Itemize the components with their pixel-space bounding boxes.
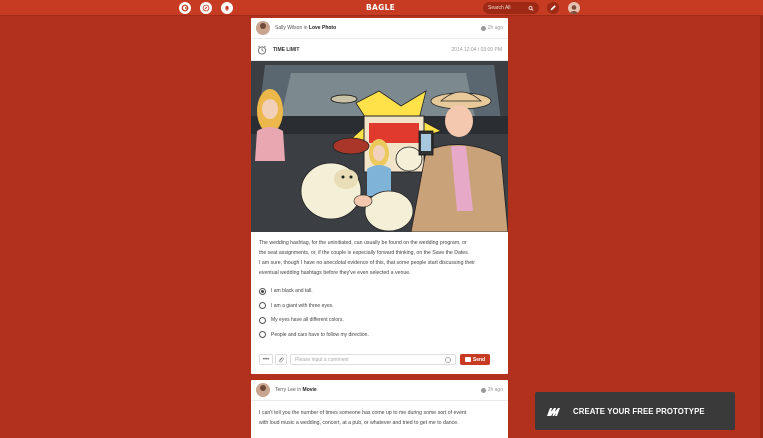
in-label: in xyxy=(303,25,308,31)
option-label: I am a giant with three eyes. xyxy=(271,302,334,309)
radio-button[interactable] xyxy=(259,316,266,324)
time-limit-date: 2014.12.04 / 03:00 PM xyxy=(451,46,502,53)
post-card: Terry Lee in Movie 2h ago I can't tell y… xyxy=(251,380,508,438)
post-header: Sally Wilson in Love Photo 2h ago xyxy=(251,18,508,39)
attach-button[interactable] xyxy=(275,354,287,365)
send-button[interactable]: Send xyxy=(460,354,490,365)
search-icon[interactable] xyxy=(528,5,534,12)
paperclip-icon xyxy=(279,357,284,362)
post-body: The wedding hashtag, for the uninitiated… xyxy=(251,232,508,278)
author-name[interactable]: Terry Lee xyxy=(275,387,296,393)
time-text: 2h ago xyxy=(487,25,503,31)
group-name[interactable]: Love Photo xyxy=(309,25,336,31)
post-body-line: I can't tell you the number of times som… xyxy=(259,410,467,416)
post-body-line: with loud music a wedding, concert, at a… xyxy=(259,420,459,426)
post-body-line: The wedding hashtag, for the uninitiated… xyxy=(259,240,467,246)
comment-input[interactable] xyxy=(295,356,445,363)
comment-bar: ••• Send xyxy=(259,353,501,366)
avatar[interactable] xyxy=(568,2,580,14)
poll-option[interactable]: I am a giant with three eyes. xyxy=(259,299,500,314)
radio-button[interactable] xyxy=(259,331,266,339)
create-prototype-banner[interactable]: CREATE YOUR FREE PROTOTYPE xyxy=(535,392,735,430)
clock-icon xyxy=(480,387,486,393)
send-label: Send xyxy=(472,356,486,363)
time-limit-label: TIME LIMIT xyxy=(273,46,300,53)
post-time: 2h ago xyxy=(480,25,503,31)
post-time: 2h ago xyxy=(480,387,503,393)
radio-button[interactable] xyxy=(259,302,266,310)
in-label: in xyxy=(297,387,302,393)
avatar[interactable] xyxy=(256,21,270,35)
post-body-line: I am sure, though I have no anecdotal ev… xyxy=(259,260,475,266)
app-brand: BAGLE xyxy=(366,3,396,12)
compass-icon[interactable] xyxy=(200,2,212,14)
more-button[interactable]: ••• xyxy=(259,354,273,365)
app-logo-icon[interactable] xyxy=(179,2,191,14)
alarm-clock-icon xyxy=(257,45,267,55)
post-meta: Sally Wilson in Love Photo xyxy=(275,25,336,31)
option-label: People and cars have to follow my direct… xyxy=(271,331,369,338)
option-label: My eyes have all different colors. xyxy=(271,317,344,324)
search-field[interactable] xyxy=(483,2,539,14)
post-meta: Terry Lee in Movie xyxy=(275,387,317,393)
marvel-logo-icon xyxy=(547,407,560,416)
promo-text: CREATE YOUR FREE PROTOTYPE xyxy=(573,406,705,416)
post-body-line: the seat assignments, or, if the couple … xyxy=(259,250,470,256)
top-navigation-bar: BAGLE xyxy=(0,0,763,16)
post-illustration[interactable] xyxy=(251,61,508,232)
emoji-icon[interactable] xyxy=(445,356,451,363)
compose-button[interactable] xyxy=(547,2,559,14)
post-header: Terry Lee in Movie 2h ago xyxy=(251,380,508,401)
send-icon xyxy=(464,357,471,362)
post-body: I can't tell you the number of times som… xyxy=(251,401,508,428)
search-input[interactable] xyxy=(488,5,528,11)
poll-option[interactable]: My eyes have all different colors. xyxy=(259,313,500,328)
option-label: I am black and tall. xyxy=(271,288,313,295)
radio-button[interactable] xyxy=(259,287,266,295)
pencil-icon xyxy=(550,5,556,11)
post-card: Sally Wilson in Love Photo 2h ago TIME L… xyxy=(251,18,508,374)
bell-icon[interactable] xyxy=(221,2,233,14)
poll-option[interactable]: I am black and tall. xyxy=(259,284,500,299)
poll-options: I am black and tall. I am a giant with t… xyxy=(251,278,508,342)
time-text: 2h ago xyxy=(487,387,503,393)
avatar[interactable] xyxy=(256,383,270,397)
comment-field[interactable] xyxy=(290,354,456,365)
clock-icon xyxy=(480,25,486,31)
post-body-line: eventual wedding hashtags before they've… xyxy=(259,270,411,276)
poll-option[interactable]: People and cars have to follow my direct… xyxy=(259,328,500,343)
time-limit-row: TIME LIMIT 2014.12.04 / 03:00 PM xyxy=(251,39,508,61)
group-name[interactable]: Movie xyxy=(303,387,317,393)
author-name[interactable]: Sally Wilson xyxy=(275,25,302,31)
